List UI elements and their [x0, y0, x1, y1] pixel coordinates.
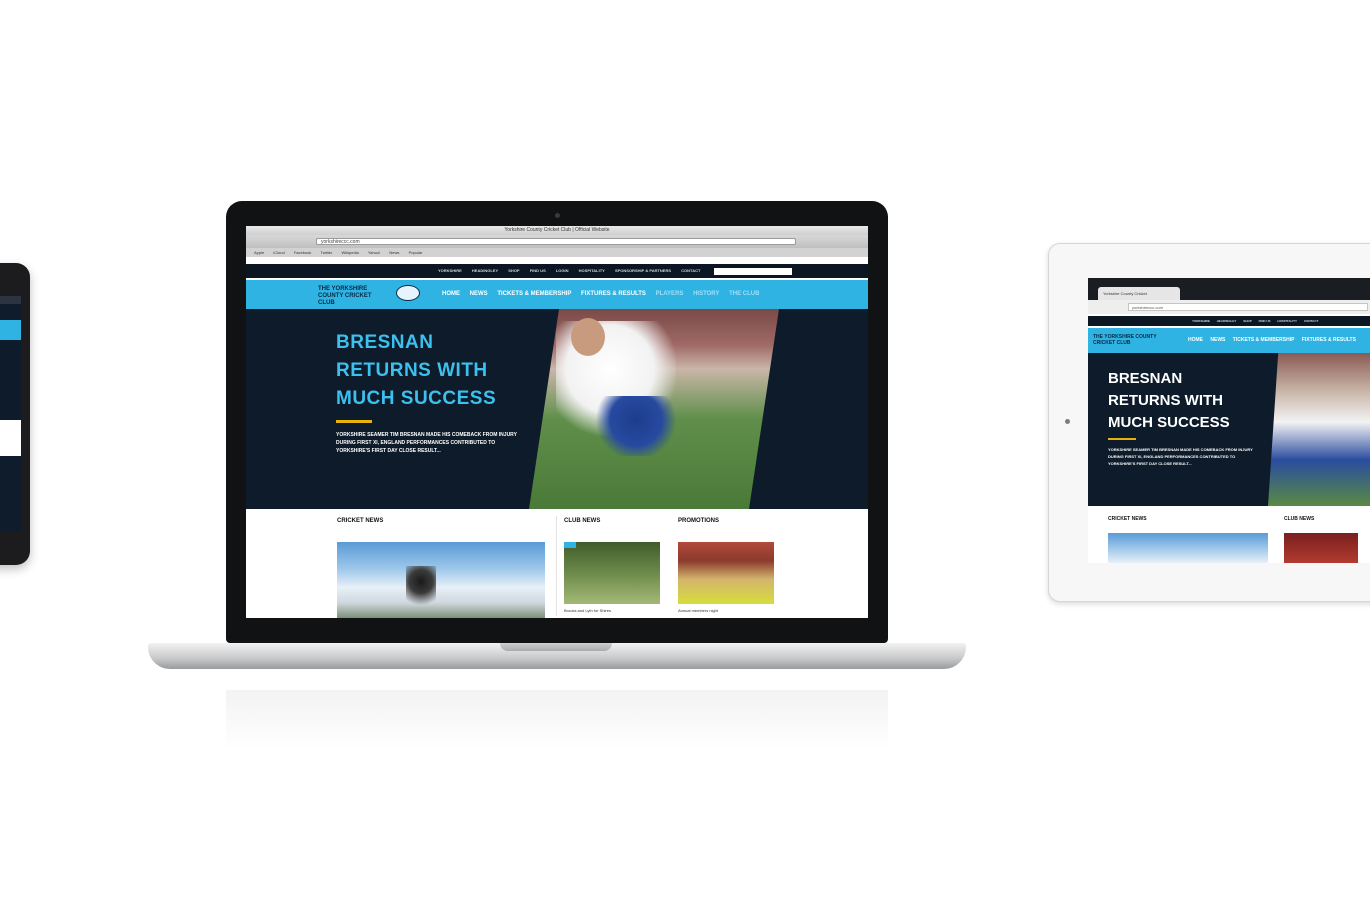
club-news-caption[interactable]: Brooks and Lyth for Shires — [564, 608, 611, 613]
tablet-nav-links: HOME NEWS TICKETS & MEMBERSHIP FIXTURES … — [1188, 328, 1362, 353]
nav-fixtures[interactable]: FIXTURES & RESULTS — [1302, 337, 1356, 343]
tablet-hero-rule — [1108, 438, 1136, 440]
laptop-camera — [555, 213, 560, 218]
laptop-screen: Yorkshire County Cricket Club | Official… — [246, 226, 868, 618]
bookmark-item[interactable]: Facebook — [294, 250, 312, 255]
bookmark-item[interactable]: News — [389, 250, 399, 255]
address-bar[interactable]: yorkshireccc.com — [316, 238, 796, 245]
utility-link[interactable]: YORKSHIRE — [438, 268, 462, 273]
club-news-tag — [564, 542, 576, 548]
nav-history[interactable]: HISTORY — [693, 291, 719, 297]
utility-link[interactable]: HOSPITALITY — [579, 268, 605, 273]
bookmarks-bar: Apple iCloud Facebook Twitter Wikipedia … — [246, 248, 868, 257]
bookmark-item[interactable]: Apple — [254, 250, 264, 255]
bookmark-item[interactable]: Yahoo! — [368, 250, 380, 255]
column-divider — [556, 516, 557, 616]
utility-link[interactable]: CONTACT — [681, 268, 700, 273]
phone-nav-bar[interactable] — [0, 320, 21, 340]
tablet-screen: Yorkshire County Cricket yorkshireccc.co… — [1088, 278, 1370, 563]
nav-fixtures[interactable]: FIXTURES & RESULTS — [581, 291, 646, 297]
hero-title[interactable]: BRESNAN RETURNS WITH MUCH SUCCESS — [336, 329, 526, 413]
hero-text: YORKSHIRE SEAMER TIM BRESNAN MADE HIS CO… — [336, 432, 517, 454]
tablet-cricket-news-image[interactable] — [1108, 533, 1268, 563]
club-news-image[interactable] — [564, 542, 660, 604]
tablet-hero-text: YORKSHIRE SEAMER TIM BRESNAN MADE HIS CO… — [1108, 447, 1253, 466]
nav-home[interactable]: HOME — [1188, 337, 1203, 343]
tablet-club-news-image[interactable] — [1284, 533, 1358, 563]
player-trousers — [591, 396, 681, 456]
utility-link[interactable]: LOGIN — [556, 268, 569, 273]
nav-the-club[interactable]: THE CLUB — [729, 291, 759, 297]
utility-link[interactable]: FIND US — [1259, 319, 1271, 323]
site-logo-text[interactable]: THE YORKSHIRE COUNTY CRICKET CLUB — [318, 286, 388, 307]
tablet-address-field[interactable]: yorkshireccc.com — [1128, 303, 1368, 311]
tablet-logo-text[interactable]: THE YORKSHIRE COUNTY CRICKET CLUB — [1093, 334, 1157, 346]
site-search-input[interactable] — [714, 268, 792, 275]
tablet-section-cricket-news[interactable]: CRICKET NEWS — [1108, 516, 1147, 522]
nav-players[interactable]: PLAYERS — [656, 291, 684, 297]
browser-title: Yorkshire County Cricket Club | Official… — [504, 227, 610, 233]
utility-links: YORKSHIRE HEADINGLEY SHOP FIND US LOGIN … — [438, 264, 709, 278]
utility-link[interactable]: YORKSHIRE — [1192, 319, 1210, 323]
tablet-utility-links: YORKSHIRE HEADINGLEY SHOP FIND US HOSPIT… — [1192, 316, 1324, 326]
phone-content — [0, 420, 21, 456]
nav-home[interactable]: HOME — [442, 291, 460, 297]
tablet-home-button — [1065, 419, 1070, 424]
utility-link[interactable]: CONTACT — [1304, 319, 1318, 323]
section-title-club-news[interactable]: CLUB NEWS — [564, 518, 600, 524]
section-title-cricket-news[interactable]: CRICKET NEWS — [337, 518, 383, 524]
main-nav-links: HOME NEWS TICKETS & MEMBERSHIP FIXTURES … — [442, 280, 767, 309]
nav-tickets[interactable]: TICKETS & MEMBERSHIP — [1233, 337, 1295, 343]
utility-link[interactable]: FIND US — [530, 268, 546, 273]
bookmark-item[interactable]: Wikipedia — [341, 250, 358, 255]
utility-link[interactable]: SHOP — [508, 268, 519, 273]
utility-link[interactable]: HOSPITALITY — [1277, 319, 1297, 323]
utility-link[interactable]: SPONSORSHIP & PARTNERS — [615, 268, 671, 273]
utility-link[interactable]: HEADINGLEY — [1217, 319, 1237, 323]
rose-badge-icon[interactable] — [396, 285, 420, 301]
phone-status-bar — [0, 296, 21, 304]
nav-news[interactable]: NEWS — [1210, 337, 1225, 343]
nav-news[interactable]: NEWS — [470, 291, 488, 297]
tablet-hero-title[interactable]: BRESNAN RETURNS WITH MUCH SUCCESS — [1108, 368, 1258, 434]
nav-tickets[interactable]: TICKETS & MEMBERSHIP — [497, 291, 571, 297]
bookmark-item[interactable]: iCloud — [273, 250, 284, 255]
player-head — [571, 318, 605, 356]
section-title-promotions[interactable]: PROMOTIONS — [678, 518, 719, 524]
bookmark-item[interactable]: Twitter — [321, 250, 333, 255]
promotions-caption[interactable]: Annual members night — [678, 608, 718, 613]
phone-hero — [0, 340, 21, 420]
tablet-section-club-news[interactable]: CLUB NEWS — [1284, 516, 1314, 522]
cricket-news-image[interactable] — [337, 542, 545, 618]
cricket-news-figure — [406, 566, 436, 618]
hero-rule — [336, 420, 372, 423]
utility-link[interactable]: HEADINGLEY — [472, 268, 498, 273]
tablet-hero-photo — [1268, 353, 1370, 506]
tablet-browser-tab[interactable]: Yorkshire County Cricket — [1098, 287, 1180, 300]
laptop-notch — [500, 643, 612, 651]
bookmark-item[interactable]: Popular — [409, 250, 423, 255]
promotions-image[interactable] — [678, 542, 774, 604]
utility-link[interactable]: SHOP — [1243, 319, 1252, 323]
laptop-reflection — [226, 690, 888, 750]
phone-screen — [0, 296, 21, 531]
